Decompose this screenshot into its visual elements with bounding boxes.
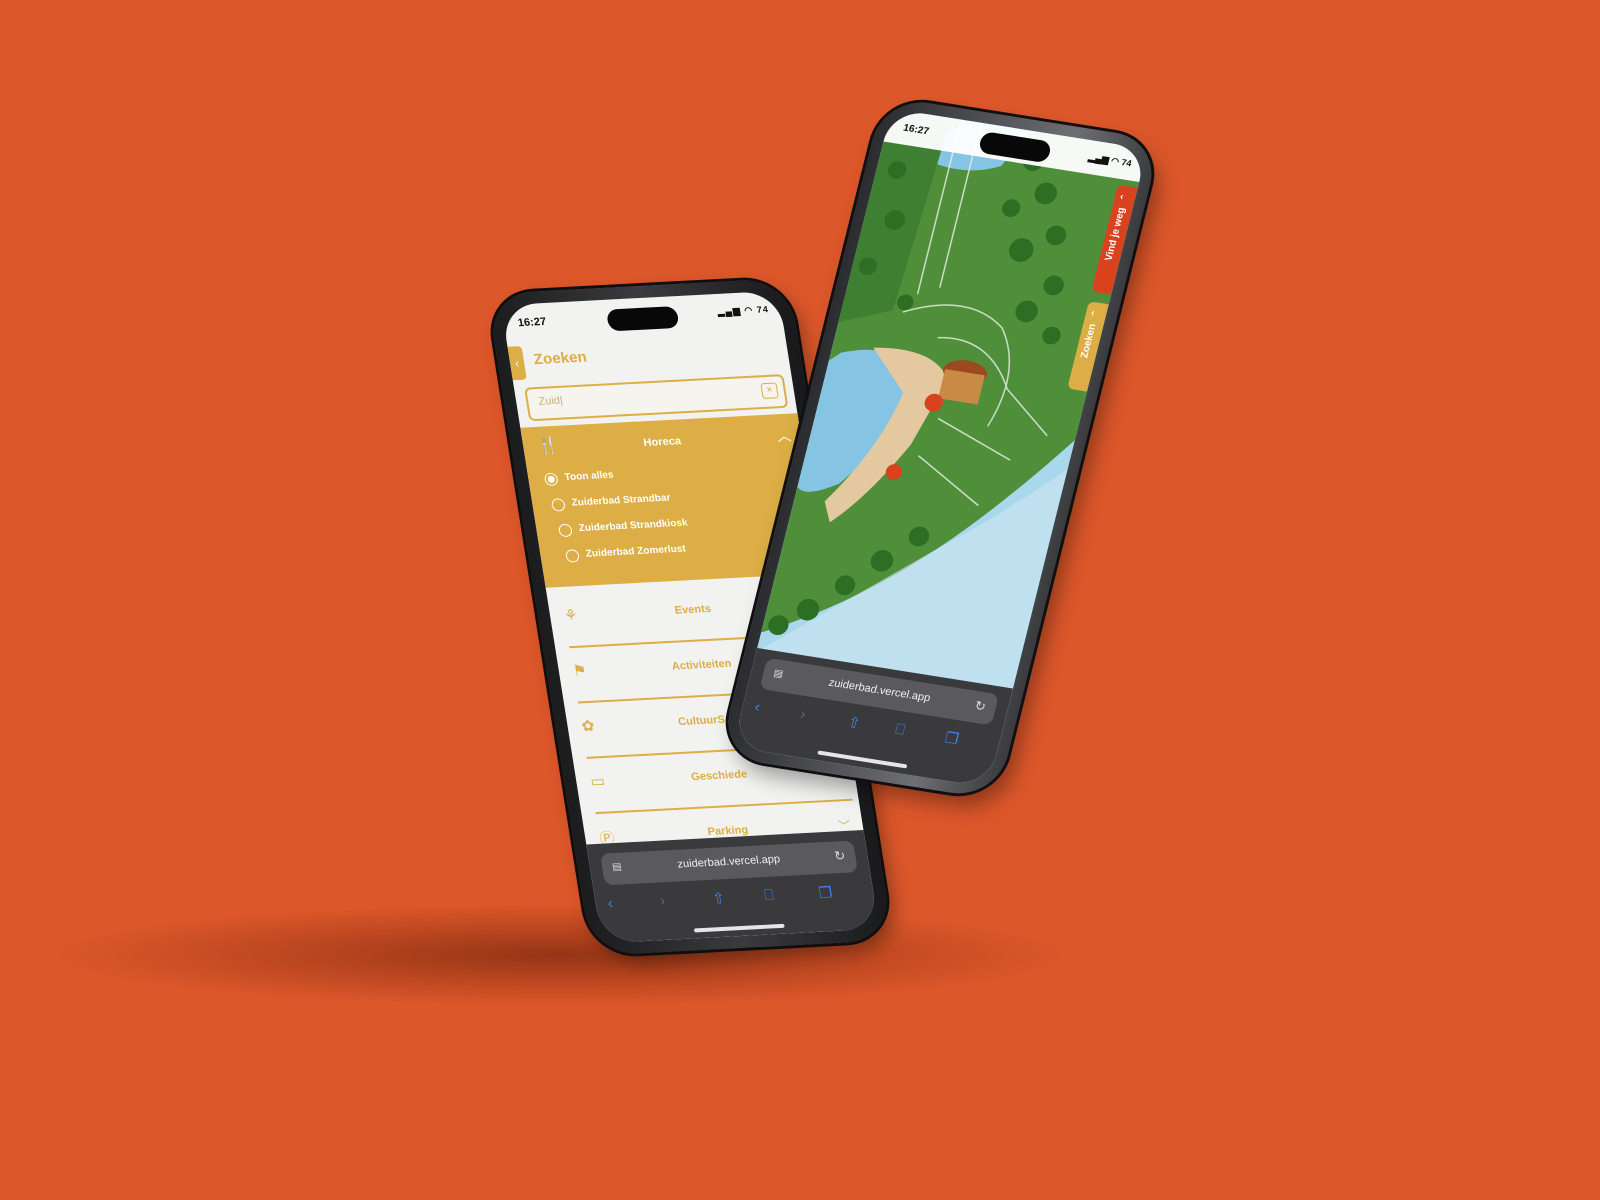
chevron-left-icon: ‹: [1089, 307, 1096, 319]
radio-selected-icon[interactable]: [543, 472, 559, 487]
share-icon[interactable]: ⇧: [711, 889, 726, 907]
tab-label: Zoeken: [1079, 323, 1099, 359]
status-time: 16:27: [516, 315, 548, 330]
option-label: Toon alles: [563, 469, 615, 484]
status-icons: ▂▄▆ ◠ 74: [1087, 152, 1133, 169]
reload-icon[interactable]: ↻: [833, 848, 846, 864]
phone-shadow: [60, 905, 1060, 1005]
option-label: Zuiderbad Strandkiosk: [577, 517, 689, 535]
radio-option[interactable]: Zuiderbad Zomerlust: [564, 544, 687, 565]
status-time: 16:27: [901, 122, 931, 138]
forward-icon[interactable]: ›: [798, 706, 807, 723]
tabs-icon[interactable]: ❐: [817, 883, 834, 901]
close-icon[interactable]: ×: [760, 382, 779, 400]
option-label: Zuiderbad Zomerlust: [585, 543, 687, 560]
radio-icon[interactable]: [557, 523, 573, 538]
page-title: Zoeken: [532, 348, 588, 369]
safari-toolbar: ▤ zuiderbad.vercel.app ↻ ‹ › ⇧ ⎕ ❐: [586, 829, 880, 944]
back-icon[interactable]: ‹: [606, 895, 614, 912]
radio-option[interactable]: Zuiderbad Strandkiosk: [557, 518, 688, 539]
radio-icon[interactable]: [550, 498, 566, 512]
category-label: Horeca: [642, 435, 682, 450]
chevron-up-icon[interactable]: ︿: [775, 426, 793, 446]
radio-icon[interactable]: [564, 549, 581, 563]
search-header: ‹ Zoeken: [507, 332, 789, 381]
bookmarks-icon[interactable]: ⎕: [763, 887, 775, 904]
browser-nav: ‹ › ⇧ ⎕ ❐: [602, 882, 867, 917]
url-text: zuiderbad.vercel.app: [676, 853, 782, 871]
bookmarks-icon[interactable]: ⎕: [894, 721, 907, 739]
chevron-left-icon: ‹: [1118, 191, 1125, 203]
dynamic-island: [605, 306, 680, 332]
share-icon[interactable]: ⇧: [846, 713, 863, 732]
search-value: Zuid|: [537, 394, 564, 408]
radio-option[interactable]: Toon alles: [543, 470, 614, 488]
option-label: Zuiderbad Strandbar: [570, 492, 672, 509]
chevron-left-icon: ‹: [514, 356, 521, 371]
address-bar[interactable]: ▤ zuiderbad.vercel.app ↻: [599, 840, 858, 886]
back-icon[interactable]: ‹: [753, 698, 762, 715]
status-icons: ▂▄▆ ◠ 74: [716, 304, 770, 317]
tabs-icon[interactable]: ❐: [943, 729, 961, 749]
forward-icon[interactable]: ›: [659, 892, 667, 909]
home-indicator: [693, 923, 785, 933]
search-input[interactable]: Zuid| ×: [524, 374, 789, 422]
radio-option[interactable]: Zuiderbad Strandbar: [550, 493, 671, 514]
